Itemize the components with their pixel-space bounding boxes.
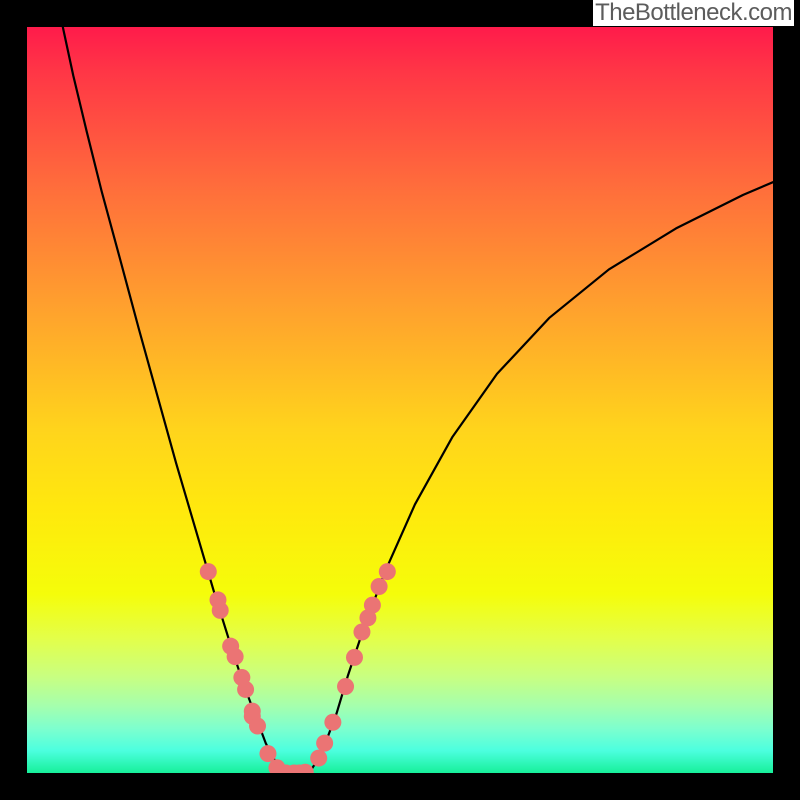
marker-dot <box>259 745 276 762</box>
bottleneck-curve <box>63 27 773 773</box>
marker-dot <box>227 648 244 665</box>
marker-dot <box>200 563 217 580</box>
attribution-text: TheBottleneck.com <box>593 0 794 26</box>
marker-dot <box>237 681 254 698</box>
marker-dot <box>371 578 388 595</box>
chart-svg <box>27 27 773 773</box>
marker-dot <box>324 714 341 731</box>
marker-dot <box>249 718 266 735</box>
chart-stage: TheBottleneck.com <box>0 0 800 800</box>
marker-dot <box>337 678 354 695</box>
marker-dot <box>364 597 381 614</box>
marker-dot <box>316 735 333 752</box>
marker-dot <box>310 750 327 767</box>
marker-dot <box>212 602 229 619</box>
marker-dot <box>346 649 363 666</box>
marker-dots-group <box>200 563 396 773</box>
plot-area <box>27 27 773 773</box>
marker-dot <box>379 563 396 580</box>
